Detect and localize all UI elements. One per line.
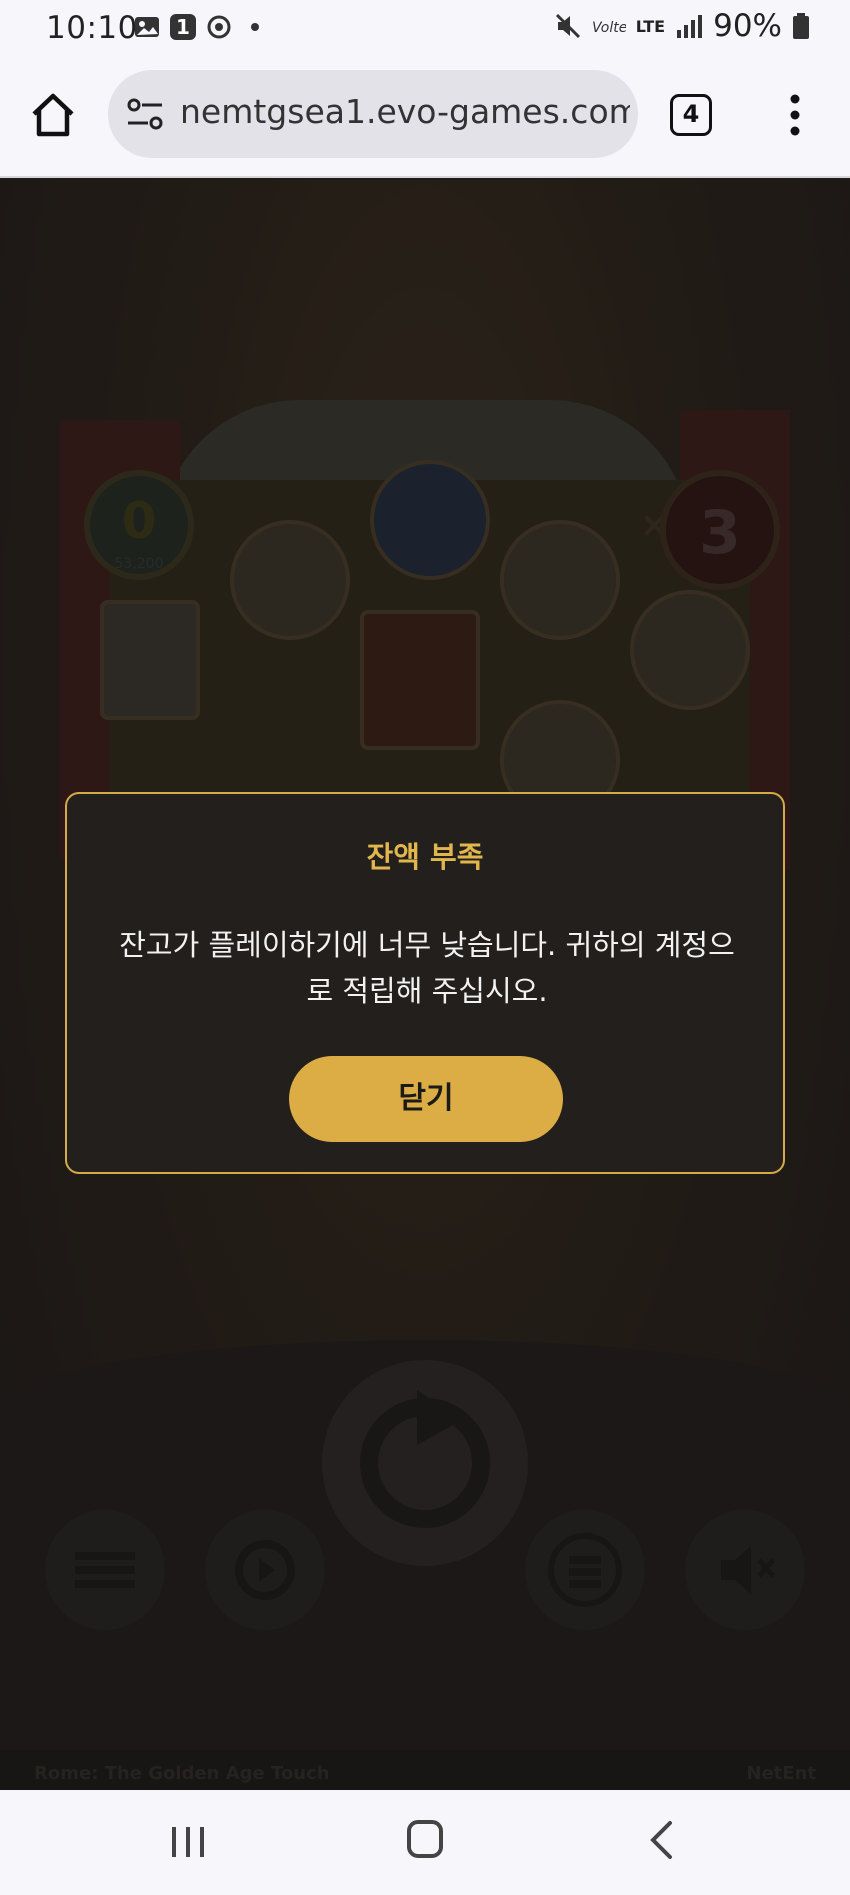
battery-percent: 90% [713,8,782,44]
battery-icon [793,13,809,39]
more-options-icon[interactable] [780,92,810,138]
mute-icon [555,13,580,39]
volte-icon: Volte [592,20,626,36]
tab-switcher-button[interactable]: 4 [670,94,712,136]
nav-home-icon[interactable] [407,1820,443,1858]
status-notification-icons: 1 [134,14,268,40]
network-type: LTE [635,16,666,36]
recent-apps-icon[interactable] [170,1826,206,1858]
dialog-message: 잔고가 플레이하기에 너무 낮습니다. 귀하의 계정으로 적립해 주십시오. [119,928,735,1008]
back-icon[interactable] [648,1820,674,1860]
sync-icon [207,15,231,39]
system-nav-bar [0,1790,850,1895]
status-right-group: Volte LTE 90% [554,8,810,44]
address-bar[interactable]: nemtgsea1.evo-games.com [108,70,638,158]
insufficient-funds-dialog: 잔액 부족 잔고가 플레이하기에 너무 낮습니다. 귀하의 계정으로 적립해 주… [65,792,785,1174]
notification-count-icon: 1 [170,14,196,40]
dot-icon [251,23,259,31]
signal-icon [677,15,703,38]
close-button[interactable]: 닫기 [289,1056,563,1142]
url-text[interactable]: nemtgsea1.evo-games.com [180,92,630,131]
browser-toolbar: nemtgsea1.evo-games.com 4 [0,58,850,178]
status-time: 10:10 [46,10,138,46]
svg-text:Volte: Volte [592,20,626,36]
dialog-title: 잔액 부족 [366,840,484,874]
home-icon[interactable] [28,90,78,140]
status-bar: 10:10 1 Volte LTE 90% [0,0,850,58]
gallery-icon [135,17,159,37]
site-settings-icon[interactable] [126,96,164,132]
